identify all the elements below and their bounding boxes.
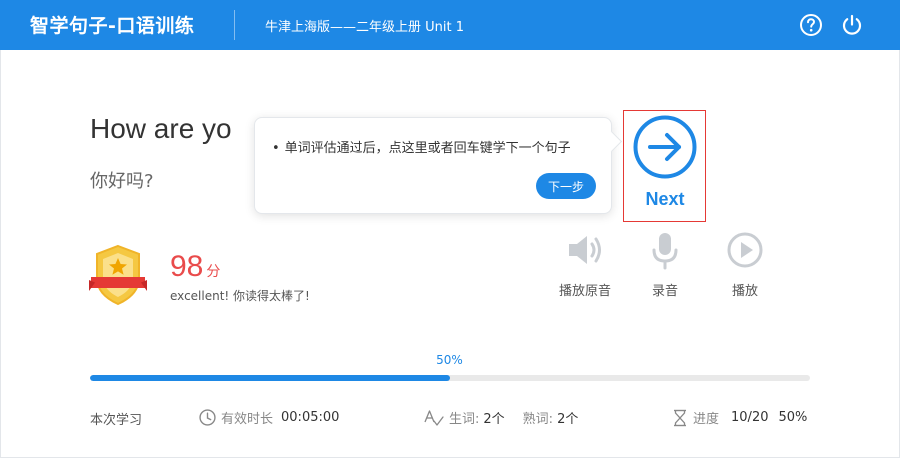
play-original-button[interactable]: 播放原音 xyxy=(550,230,620,299)
record-label: 录音 xyxy=(651,284,678,299)
progress-bar-fill xyxy=(90,375,450,381)
app-title: 智学句子-口语训练 xyxy=(30,15,195,37)
duration-label: 有效时长 xyxy=(221,412,274,427)
progress-label: 进度 xyxy=(693,412,720,427)
guide-tooltip: • 单词评估通过后，点这里或者回车键学下一个句子 下一步 xyxy=(254,117,612,214)
play-circle-icon xyxy=(727,232,763,268)
header-divider xyxy=(234,10,235,40)
progress-percent-label: 50% xyxy=(436,353,463,367)
new-words-value: 2个 xyxy=(483,412,505,427)
record-button[interactable]: 录音 xyxy=(630,230,700,299)
next-label: Next xyxy=(645,189,685,209)
score-display: 98 分 xyxy=(170,250,220,284)
stat-progress: 进度 10/20 50% xyxy=(672,408,807,427)
medal-badge-icon xyxy=(89,244,147,306)
new-words-label: 生词: xyxy=(449,412,480,427)
stat-words: 生词: 2个 熟词: 2个 xyxy=(424,408,578,427)
known-words-label: 熟词: xyxy=(522,412,554,427)
score-comment: excellent! 你读得太棒了! xyxy=(170,289,310,303)
known-words-value: 2个 xyxy=(557,412,579,427)
score-unit: 分 xyxy=(206,264,221,280)
arrow-right-circle-icon xyxy=(633,115,697,179)
spelling-icon xyxy=(424,409,444,426)
play-original-label: 播放原音 xyxy=(558,284,611,299)
app-header: 智学句子-口语训练 牛津上海版——二年级上册 Unit 1 xyxy=(0,0,900,50)
play-button[interactable]: 播放 xyxy=(710,230,780,299)
speaker-icon xyxy=(569,236,601,264)
progress-bar xyxy=(90,375,810,381)
clock-icon xyxy=(199,409,216,426)
sentence-chinese: 你好吗? xyxy=(90,171,154,192)
bullet-icon: • xyxy=(272,141,280,156)
tooltip-text: 单词评估通过后，点这里或者回车键学下一个句子 xyxy=(284,141,571,156)
progress-count: 10/20 xyxy=(731,410,769,425)
book-title: 牛津上海版——二年级上册 Unit 1 xyxy=(265,20,464,35)
play-label: 播放 xyxy=(731,284,758,299)
session-title: 本次学习 xyxy=(90,413,143,428)
progress-percent: 50% xyxy=(778,410,808,425)
help-icon[interactable] xyxy=(799,13,823,37)
stat-duration: 有效时长 00:05:00 xyxy=(199,408,339,427)
sentence-english: How are yo xyxy=(90,113,232,144)
duration-value: 00:05:00 xyxy=(281,410,340,425)
tooltip-next-step-button[interactable]: 下一步 xyxy=(536,173,596,199)
hourglass-icon xyxy=(674,409,686,426)
microphone-icon xyxy=(652,233,678,270)
power-icon[interactable] xyxy=(840,13,864,37)
score-value: 98 xyxy=(170,250,204,283)
next-button[interactable]: Next xyxy=(632,114,698,214)
